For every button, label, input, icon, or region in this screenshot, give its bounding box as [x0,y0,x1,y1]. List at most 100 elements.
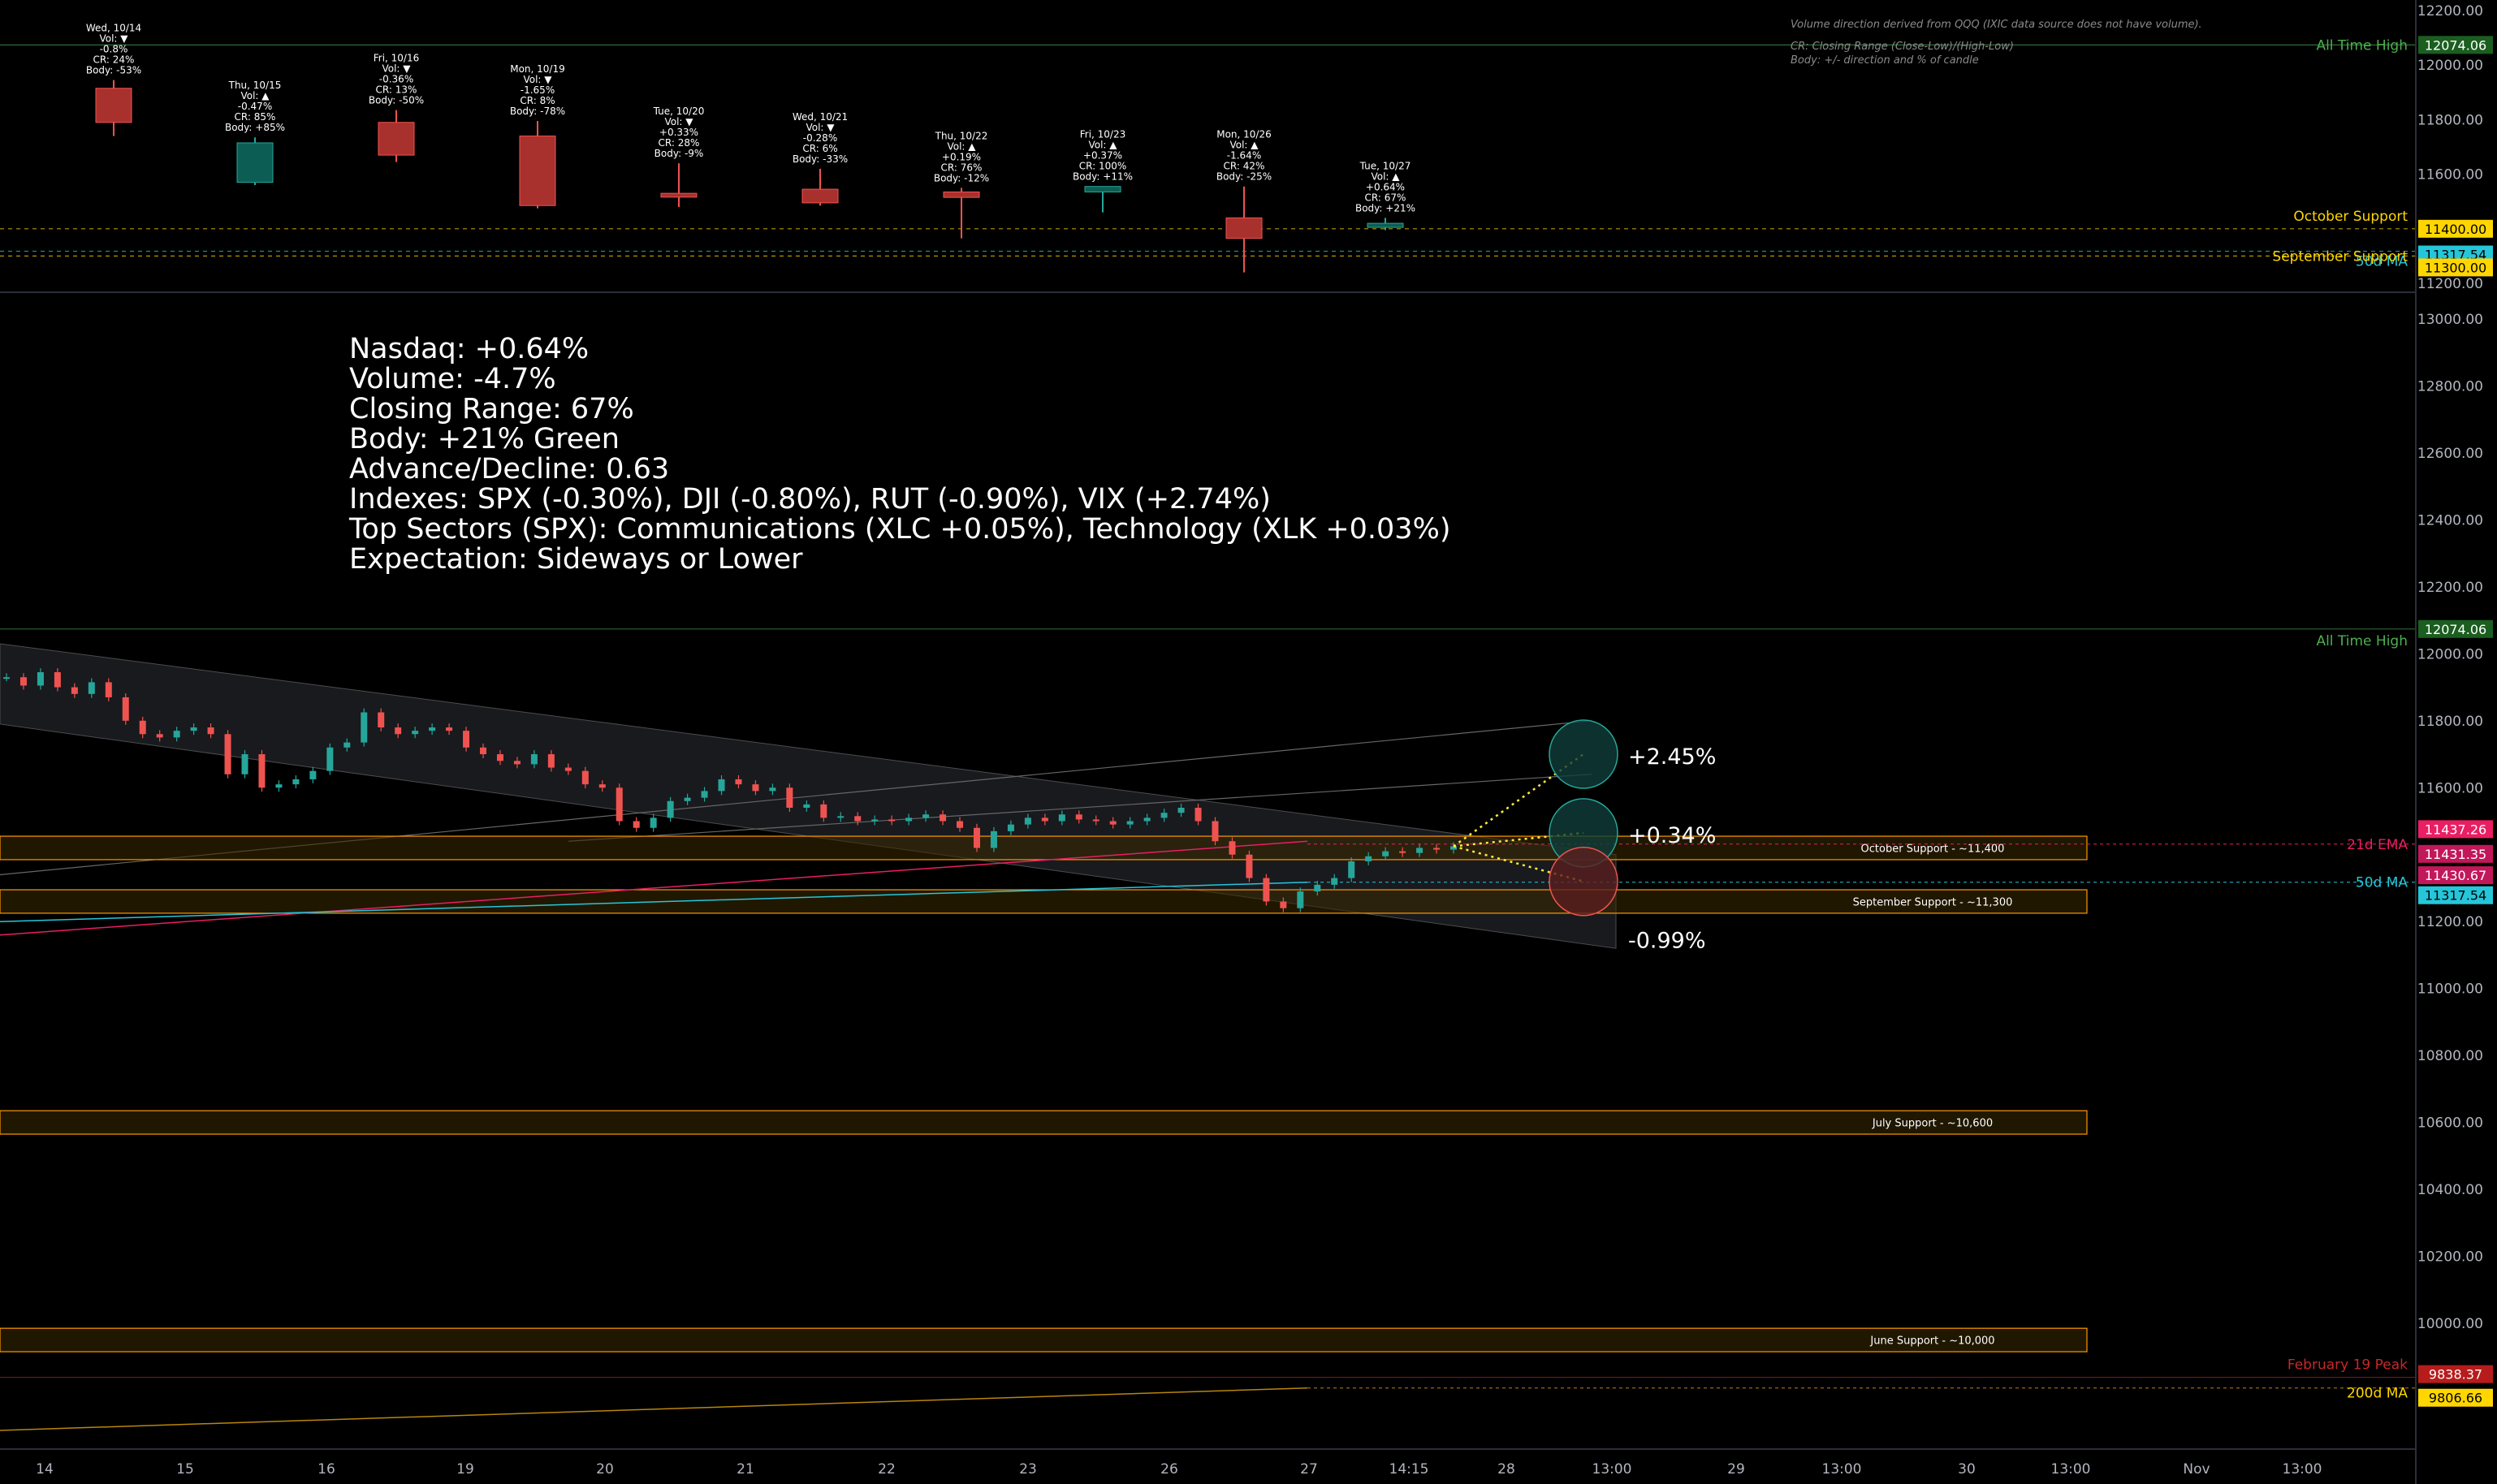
price-bar [820,804,827,818]
price-bar [1109,821,1117,825]
price-bar [905,817,913,822]
price-bar [1416,848,1423,853]
price-bar [292,779,300,785]
x-tick: 15 [176,1461,194,1478]
price-bar [1041,817,1048,822]
price-tag-ath: 12074.06 [2425,622,2486,637]
price-bar [54,672,61,688]
price-bar [530,754,538,765]
candle-label-line: Thu, 10/15 [228,80,282,91]
candle-label-line: +0.64% [1366,181,1405,192]
y-tick-main: 12200.00 [2417,580,2483,596]
price-bar [837,816,845,818]
price-tag-ma200: 9806.66 [2429,1391,2482,1406]
x-tick: 14:15 [1389,1461,1429,1478]
price-bar [1229,841,1236,855]
candle-label-line: -1.65% [521,84,555,96]
candle-label-line: Vol: ▼ [382,63,411,75]
price-bar [88,682,95,694]
price-bar [564,767,572,771]
note-volume-source: Volume direction derived from QQQ (IXIC … [1791,19,2202,31]
y-tick-main: 10400.00 [2417,1182,2483,1198]
price-bar [361,712,368,743]
price-bar [3,677,10,679]
price-bar [139,720,146,735]
price-bar [19,677,27,686]
candle-label-line: Vol: ▲ [947,140,976,152]
y-tick-main: 12800.00 [2417,378,2483,395]
price-bar [769,787,776,792]
support-zone [0,835,2088,861]
price-bar [803,804,810,809]
y-tick-main: 11800.00 [2417,714,2483,730]
candle-label-line: Body: -50% [369,95,424,106]
price-bar [309,770,317,779]
price-tag-sep-support: 11300.00 [2425,260,2486,275]
candle-label-line: Tue, 10/20 [653,106,705,117]
summary-volume: Volume: -4.7% [349,363,556,395]
y-tick-top: 11200.00 [2417,276,2483,292]
price-bar [598,784,606,788]
y-tick-main: 13000.00 [2417,312,2483,328]
price-bar [1212,821,1219,842]
price-bar [616,787,623,822]
y-tick-main: 12000.00 [2417,646,2483,662]
y-tick-main: 10200.00 [2417,1249,2483,1266]
price-bar [1194,808,1202,822]
price-bar [940,814,947,822]
candle-label-line: Wed, 10/21 [793,111,848,123]
candle-label-line: +0.33% [659,127,698,138]
candle-label-line: Thu, 10/22 [935,130,988,141]
level-label: 21d EMA [2347,837,2408,853]
price-bar [343,742,351,748]
price-bar [633,821,640,828]
candle-label-line: CR: 42% [1224,161,1265,172]
price-bar [71,687,78,694]
candle-label-line: Vol: ▲ [1371,170,1400,182]
price-bar [973,827,980,848]
note-body: Body: +/- direction and % of candle [1791,54,1979,67]
price-bar [207,727,214,735]
y-tick-main: 11200.00 [2417,914,2483,930]
x-tick: 19 [456,1461,474,1478]
price-bar [957,821,964,828]
support-zone-label: July Support - ~10,600 [1872,1118,1993,1130]
candle-label-line: Body: -9% [654,148,704,159]
candle-body [236,142,274,183]
candle-label-line: Vol: ▼ [99,33,128,45]
price-bar [1075,814,1082,820]
chart-canvas: All Time High October Support 50d MA Septem… [0,0,2497,1484]
candle-label-line: -0.8% [100,44,128,55]
note-closing-range: CR: Closing Range (Close-Low)/(High-Low) [1791,41,2014,53]
projection-label: +0.34% [1628,823,1716,848]
price-bar [190,727,197,731]
summary-advance-decline: Advance/Decline: 0.63 [349,453,670,485]
price-tag-ma50: 11317.54 [2425,888,2486,904]
price-bar [854,816,862,822]
level-label: September Support [2272,248,2408,265]
candle-label-line: CR: 76% [941,162,983,173]
y-tick-top: 12000.00 [2417,58,2483,74]
x-tick: 16 [318,1461,335,1478]
price-bar [1007,824,1014,831]
ma200-line [0,1387,1308,1431]
x-tick: 22 [878,1461,896,1478]
y-tick-top: 11600.00 [2417,167,2483,183]
candle-label-line: +0.37% [1083,150,1122,162]
price-bar [1365,856,1372,861]
price-bar [1024,817,1031,825]
price-bar [412,731,419,735]
summary-nasdaq: Nasdaq: +0.64% [349,333,590,365]
price-bar [446,727,453,731]
x-tick: 26 [1160,1461,1178,1478]
candle-label-line: Fri, 10/16 [374,53,420,64]
candle-label-line: CR: 24% [93,54,135,66]
price-tag-close: 11430.67 [2425,868,2486,883]
candle-label-line: -0.28% [803,132,837,144]
price-bar [1348,861,1355,878]
price-bar [105,682,112,697]
price-bar [871,819,879,822]
y-tick-top: 12200.00 [2417,3,2483,19]
support-zone-label: June Support - ~10,000 [1869,1335,1994,1348]
price-tag-ema21: 11431.35 [2425,847,2486,862]
